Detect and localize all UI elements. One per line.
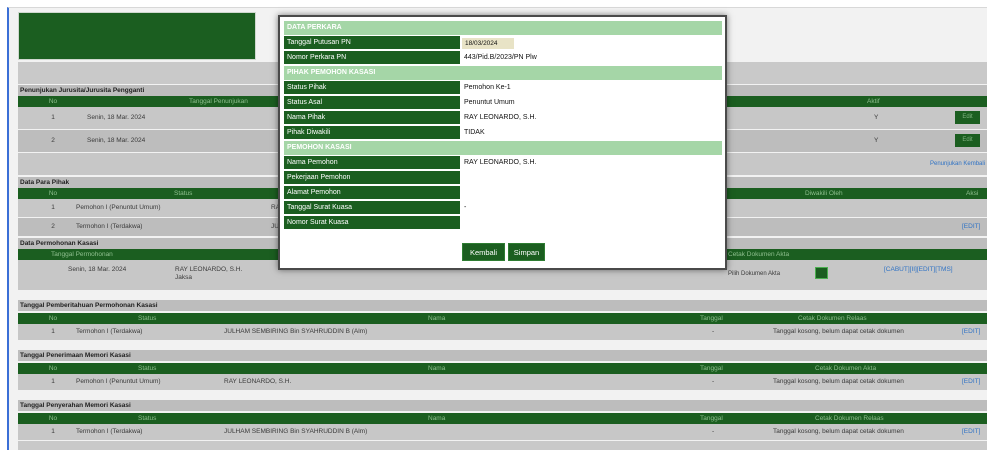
row-status: Termohon I (Terdakwa) [76, 328, 143, 335]
row-status: Termohon I (Terdakwa) [76, 428, 143, 435]
pihak-diwakili-value: TIDAK [464, 129, 485, 136]
table-row: 1 Termohon I (Terdakwa) JULHAM SEMBIRING… [18, 324, 987, 340]
col-tanggal: Tanggal Permohonan [51, 251, 113, 258]
col-nama: Nama [428, 415, 446, 422]
col-cetak: Cetak Dokumen Akta [728, 251, 790, 258]
edit-link[interactable]: [EDIT] [962, 324, 987, 340]
table-row: 1 Pemohon I (Penuntut Umum) RAY LEONARDO… [18, 374, 987, 390]
row-aktif: Y [874, 114, 879, 121]
col-no: No [48, 98, 58, 105]
row-tanggal: - [712, 378, 715, 385]
penerimaan-header: No Status Nama Tanggal Cetak Dokumen Akt… [18, 363, 987, 374]
section-title-penyerahan: Tanggal Penyerahan Memori Kasasi [18, 400, 987, 411]
col-cetak: Cetak Dokumen Akta [815, 365, 877, 372]
kasasi-modal: DATA PERKARA Tanggal Putusan PN 18/03/20… [278, 15, 727, 270]
pihak-diwakili-label: Pihak Diwakili [284, 126, 460, 140]
edit-link[interactable]: [EDIT] [962, 218, 987, 236]
header-banner [18, 12, 256, 60]
status-asal-label: Status Asal [284, 96, 460, 110]
col-cetak: Cetak Dokumen Relaas [815, 415, 884, 422]
col-tanggal: Tanggal [700, 315, 723, 322]
row-tanggal: - [712, 428, 715, 435]
penyerahan-header: No Status Nama Tanggal Cetak Dokumen Rel… [18, 413, 987, 424]
nomor-perkara-label: Nomor Perkara PN [284, 51, 460, 65]
nama-pihak-label: Nama Pihak [284, 111, 460, 125]
pekerjaan-pemohon-field[interactable] [462, 171, 712, 185]
edit-link[interactable]: [EDIT] [962, 424, 987, 440]
col-nama: Nama [428, 315, 446, 322]
tanggal-surat-kuasa-value: - [464, 204, 467, 211]
modal-section-pihak: PIHAK PEMOHON KASASI [284, 66, 722, 80]
col-aksi: Aksi [966, 190, 979, 197]
col-tanggal: Tanggal [700, 415, 723, 422]
row-status: Pemohon I (Penuntut Umum) [76, 378, 161, 385]
row-nama: RAY LEONARDO, S.H. [224, 378, 292, 385]
status-pihak-label: Status Pihak [284, 81, 460, 95]
row-tanggal: Senin, 18 Mar. 2024 [87, 114, 146, 121]
modal-section-perkara: DATA PERKARA [284, 21, 722, 35]
modal-section-pemohon: PEMOHON KASASI [284, 141, 722, 155]
dokumen-akta-select[interactable] [815, 267, 828, 279]
col-nama: Nama [428, 365, 446, 372]
col-status: Status [174, 190, 193, 197]
nomor-surat-kuasa-field[interactable] [462, 216, 712, 230]
col-aktif: Aktif [867, 98, 880, 105]
tanggal-putusan-field[interactable]: 18/03/2024 [462, 38, 514, 49]
row-status: Termohon I (Terdakwa) [76, 223, 143, 230]
pilih-dokumen-label: Pilih Dokumen Akta [728, 271, 781, 277]
alamat-pemohon-field[interactable] [462, 186, 712, 200]
row-nama: JULHAM SEMBIRING Bin SYAHRUDDIN B (Alm) [224, 428, 368, 435]
pekerjaan-pemohon-label: Pekerjaan Pemohon [284, 171, 460, 185]
row-cetak: Tanggal kosong, belum dapat cetak dokume… [773, 328, 904, 335]
section-title-pemberitahuan: Tanggal Pemberitahuan Permohonan Kasasi [18, 300, 987, 311]
kembali-button[interactable]: Kembali [462, 243, 505, 261]
col-cetak: Cetak Dokumen Relaas [798, 315, 867, 322]
table-row: 1 Termohon I (Terdakwa) JULHAM SEMBIRING… [18, 424, 987, 440]
row-no: 2 [51, 137, 55, 144]
alamat-pemohon-label: Alamat Pemohon [284, 186, 460, 200]
tanggal-putusan-label: Tanggal Putusan PN [284, 36, 460, 50]
edit-link[interactable]: [EDIT] [962, 374, 987, 390]
col-status: Status [138, 365, 157, 372]
penunjukan-kembali-link[interactable]: Penunjukan Kembali [930, 153, 987, 175]
row-cetak: Tanggal kosong, belum dapat cetak dokume… [773, 428, 904, 435]
permohonan-action-links[interactable]: [CABUT][II][EDIT][TMS] [884, 264, 984, 275]
row-no: 1 [51, 114, 55, 121]
col-status: Status [138, 315, 157, 322]
col-no: No [48, 190, 58, 197]
edit-button[interactable]: Edit [955, 134, 980, 147]
status-asal-value: Penuntut Umum [464, 99, 515, 106]
row-aktif: Y [874, 137, 879, 144]
row-nama: JULHAM SEMBIRING Bin SYAHRUDDIN B (Alm) [224, 328, 368, 335]
col-no: No [48, 365, 58, 372]
nama-pemohon-label: Nama Pemohon [284, 156, 460, 170]
edit-button[interactable]: Edit [955, 111, 980, 124]
status-pihak-value: Pemohon Ke-1 [464, 84, 511, 91]
col-status: Status [138, 415, 157, 422]
nama-pemohon-value: RAY LEONARDO, S.H. [464, 159, 537, 166]
row-tanggal: - [712, 328, 715, 335]
row-status: Pemohon I (Penuntut Umum) [76, 204, 161, 211]
col-no: No [48, 415, 58, 422]
nomor-surat-kuasa-label: Nomor Surat Kuasa [284, 216, 460, 230]
col-no: No [48, 315, 58, 322]
page-bottom-bar [18, 441, 987, 450]
row-cetak: Tanggal kosong, belum dapat cetak dokume… [773, 378, 904, 385]
tanggal-surat-kuasa-label: Tanggal Surat Kuasa [284, 201, 460, 215]
row-jabatan: Jaksa [175, 274, 192, 281]
row-tanggal: Senin, 18 Mar. 2024 [87, 137, 146, 144]
nama-pihak-value: RAY LEONARDO, S.H. [464, 114, 537, 121]
simpan-button[interactable]: Simpan [508, 243, 545, 261]
col-tanggal: Tanggal [700, 365, 723, 372]
nomor-perkara-value: 443/Pid.B/2023/PN Plw [464, 54, 537, 61]
section-title-penerimaan: Tanggal Penerimaan Memori Kasasi [18, 350, 987, 361]
row-tanggal: Senin, 18 Mar. 2024 [68, 266, 127, 273]
col-diwakili: Diwakili Oleh [805, 190, 843, 197]
pemberitahuan-header: No Status Nama Tanggal Cetak Dokumen Rel… [18, 313, 987, 324]
